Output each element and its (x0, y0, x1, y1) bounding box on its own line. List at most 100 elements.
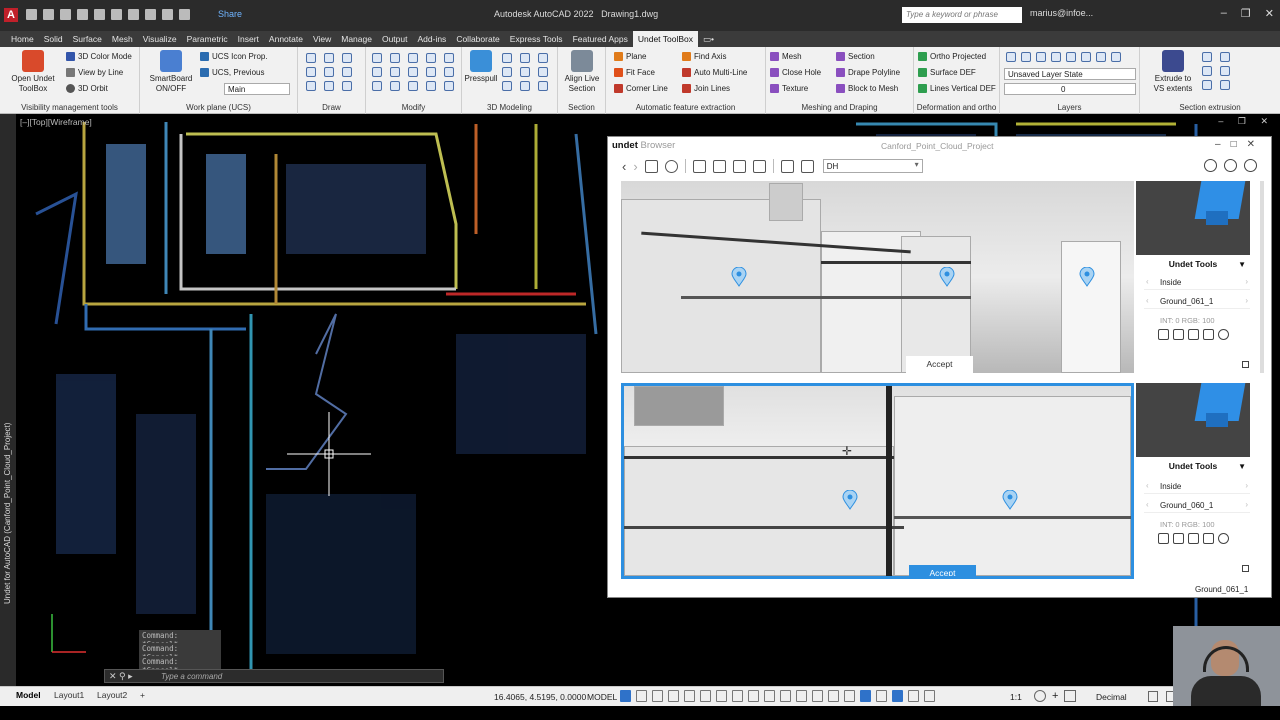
erase-icon[interactable] (444, 53, 454, 63)
workspace-icon[interactable] (908, 690, 919, 702)
ellipse-icon[interactable] (324, 81, 334, 91)
panel-label-draw[interactable]: Draw (298, 103, 365, 112)
tab-solid[interactable]: Solid (39, 31, 68, 47)
cube-side-icon[interactable] (1188, 329, 1199, 340)
c-profile-icon[interactable] (1220, 80, 1230, 90)
tab-parametric[interactable]: Parametric (182, 31, 233, 47)
close-icon[interactable]: ✕ (1247, 139, 1265, 150)
share-icon[interactable] (179, 9, 190, 20)
drape-polyline-button[interactable]: Drape Polyline (836, 68, 900, 77)
next-arrow-icon[interactable]: › (1245, 481, 1248, 490)
lines-vertical-def-button[interactable]: Lines Vertical DEF (918, 84, 996, 93)
tab-output[interactable]: Output (377, 31, 413, 47)
tab-layout2[interactable]: Layout2 (97, 690, 127, 700)
tab-express-tools[interactable]: Express Tools (505, 31, 568, 47)
spline-icon[interactable] (306, 81, 316, 91)
accept-button[interactable]: Accept (906, 356, 973, 373)
layer-isolate-icon[interactable] (1036, 52, 1046, 62)
layer-freeze-icon[interactable] (1051, 52, 1061, 62)
location-pin-icon[interactable] (1002, 489, 1018, 510)
next-arrow-icon[interactable]: › (1245, 277, 1248, 286)
view-by-line-button[interactable]: View by Line (66, 68, 123, 77)
expand-icon[interactable] (1242, 565, 1249, 572)
polyline-icon[interactable] (324, 53, 334, 63)
auto-scale-icon[interactable] (876, 690, 887, 702)
gizmo-icon[interactable] (844, 690, 855, 702)
expand-icon[interactable] (1242, 361, 1249, 368)
offset-icon[interactable] (408, 81, 418, 91)
user-account[interactable]: marius@infoe... (1030, 8, 1093, 18)
location-pin-icon[interactable] (731, 266, 747, 287)
info-icon[interactable] (1224, 159, 1237, 172)
tab-featured-apps[interactable]: Featured Apps (568, 31, 633, 47)
undo-icon[interactable] (145, 9, 156, 20)
next-arrow-icon[interactable]: › (1245, 296, 1248, 305)
hatch-icon[interactable] (342, 67, 352, 77)
corner-line-button[interactable]: Corner Line (614, 84, 668, 93)
cube-front-icon[interactable] (1158, 533, 1169, 544)
layer-state-select[interactable]: Unsaved Layer State (1004, 68, 1136, 80)
plot-icon[interactable] (128, 9, 139, 20)
close-hole-button[interactable]: Close Hole (770, 68, 821, 77)
station-thumbnail[interactable] (1136, 383, 1250, 457)
layer-prev-icon[interactable] (1096, 52, 1106, 62)
isolate-objects-icon[interactable] (1064, 690, 1077, 702)
auto-multiline-button[interactable]: Auto Multi-Line (682, 68, 747, 77)
web-save-icon[interactable] (111, 9, 122, 20)
join-lines-button[interactable]: Join Lines (682, 84, 730, 93)
rectangle-icon[interactable] (324, 67, 334, 77)
tab-home[interactable]: Home (6, 31, 39, 47)
annotation-scale-icon[interactable] (892, 690, 903, 702)
add-layout-icon[interactable]: + (140, 690, 145, 700)
collapse-icon[interactable]: ▼ (1238, 260, 1246, 269)
minimize-icon[interactable]: – (1215, 139, 1231, 150)
orbit-button[interactable]: 3D Orbit (66, 84, 108, 93)
3d-osnap-icon[interactable] (796, 690, 807, 702)
location-pin-icon[interactable] (842, 489, 858, 510)
open-undet-button[interactable]: Open Undet ToolBox (8, 50, 58, 94)
annotation-scale[interactable]: 1:1 (1010, 692, 1022, 702)
copy-icon[interactable] (372, 67, 382, 77)
cube-top-icon[interactable] (1173, 533, 1184, 544)
surface-def-button[interactable]: Surface DEF (918, 68, 976, 77)
close-icon[interactable]: ✕ (1265, 7, 1274, 20)
cross-profile-icon[interactable] (1202, 80, 1212, 90)
panel-label-modify[interactable]: Modify (366, 103, 461, 112)
location-pin-icon[interactable] (1079, 266, 1095, 287)
station-selector[interactable]: ‹ Ground_061_1 › (1144, 294, 1250, 309)
mode-selector[interactable]: ‹ Inside › (1144, 479, 1250, 494)
panel-label-feature-extraction[interactable]: Automatic feature extraction (606, 103, 765, 112)
scale-icon[interactable] (372, 81, 382, 91)
model-space-toggle[interactable]: MODEL (587, 692, 617, 702)
section-button[interactable]: Section (836, 52, 875, 61)
tab-visualize[interactable]: Visualize (138, 31, 182, 47)
panorama-view-2[interactable]: ✛ Accept (621, 383, 1134, 579)
cube-iso-icon[interactable] (1203, 533, 1214, 544)
image-tool-icon[interactable] (712, 159, 726, 173)
loft-icon[interactable] (538, 81, 548, 91)
panorama-view-1[interactable]: Accept (621, 181, 1134, 373)
cylinder-icon[interactable] (520, 53, 530, 63)
panel-label-workplane[interactable]: Work plane (UCS) (140, 103, 297, 112)
open-icon[interactable] (43, 9, 54, 20)
grid-icon[interactable] (620, 690, 631, 702)
block-to-mesh-button[interactable]: Block to Mesh (836, 84, 898, 93)
palette-icon[interactable] (1218, 329, 1229, 340)
ucs-icon-prop-button[interactable]: UCS Icon Prop. (200, 52, 268, 61)
refresh-icon[interactable] (664, 159, 678, 173)
l-profile-icon[interactable] (1220, 66, 1230, 76)
layer-match-icon[interactable] (1081, 52, 1091, 62)
tab-add-ins[interactable]: Add-ins (412, 31, 451, 47)
location-pin-icon[interactable] (939, 266, 955, 287)
current-layer-select[interactable]: 0 (1004, 83, 1136, 95)
code-icon[interactable] (780, 159, 794, 173)
redo-icon[interactable] (162, 9, 173, 20)
object-track-icon[interactable] (716, 690, 727, 702)
arc-icon[interactable] (306, 67, 316, 77)
circle-profile-icon[interactable] (1202, 66, 1212, 76)
save-as-icon[interactable] (77, 9, 88, 20)
layer-properties-icon[interactable] (1006, 52, 1016, 62)
panel-label-section[interactable]: Section (558, 103, 605, 112)
tab-mesh[interactable]: Mesh (107, 31, 138, 47)
web-open-icon[interactable] (94, 9, 105, 20)
